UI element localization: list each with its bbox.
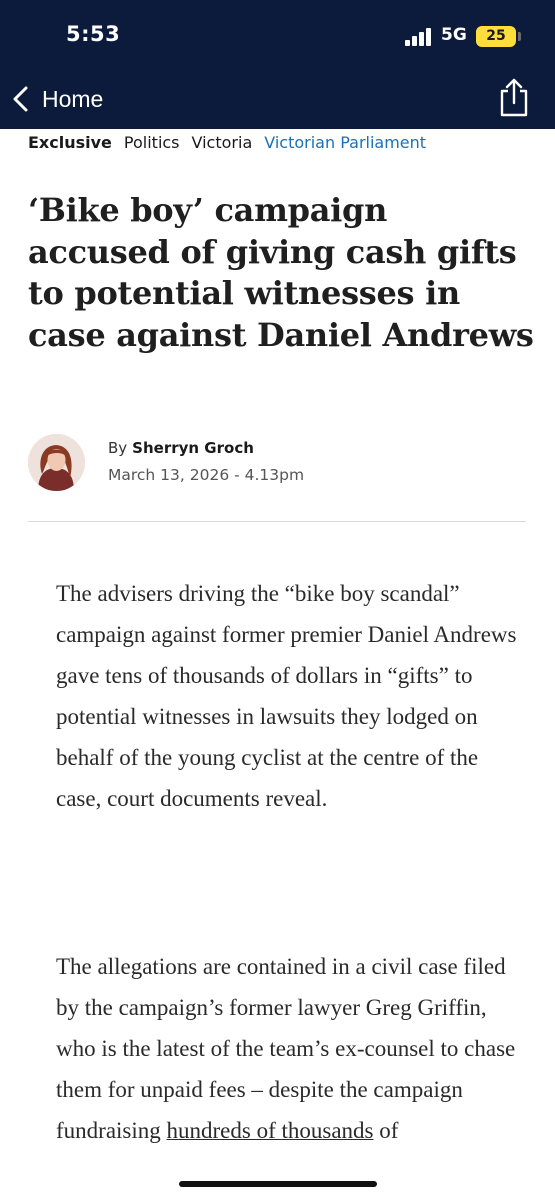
status-time: 5:53 (66, 22, 121, 46)
inline-link[interactable]: hundreds of thousands (167, 1118, 374, 1143)
tag-victorian-parliament[interactable]: Victorian Parliament (264, 133, 426, 152)
battery-level: 25 (486, 28, 506, 44)
share-icon (500, 78, 528, 117)
tag-exclusive[interactable]: Exclusive (28, 133, 112, 152)
breadcrumb: Exclusive Politics Victoria Victorian Pa… (28, 133, 438, 152)
tag-victoria[interactable]: Victoria (192, 133, 253, 152)
chevron-left-icon (13, 86, 28, 112)
byline-divider (28, 521, 526, 522)
paragraph-text: of (373, 1118, 399, 1143)
publish-date: March 13, 2026 - 4.13pm (108, 466, 305, 484)
article-headline: ‘Bike boy’ campaign accused of giving ca… (28, 191, 534, 354)
article-paragraph: The advisers driving the “bike boy scand… (56, 581, 517, 811)
author-name[interactable]: Sherryn Groch (132, 439, 254, 457)
tag-politics[interactable]: Politics (124, 133, 180, 152)
back-button[interactable]: Home (10, 82, 103, 116)
app-header: 5:53 5G 25 Home (0, 0, 555, 129)
battery-cap (518, 32, 521, 41)
share-button[interactable] (497, 76, 531, 118)
paragraph-text: The allegations are contained in a civil… (56, 954, 516, 1143)
battery-icon: 25 (476, 26, 516, 47)
author-avatar[interactable] (28, 434, 85, 491)
byline: By Sherryn Groch March 13, 2026 - 4.13pm (108, 439, 304, 484)
cellular-signal-icon (405, 28, 435, 46)
author-portrait-icon (28, 434, 85, 491)
network-type: 5G (441, 25, 467, 45)
article-paragraph: The allegations are contained in a civil… (56, 946, 526, 1151)
byline-prefix: By (108, 439, 128, 457)
home-indicator[interactable] (179, 1181, 377, 1187)
back-label: Home (42, 85, 104, 112)
